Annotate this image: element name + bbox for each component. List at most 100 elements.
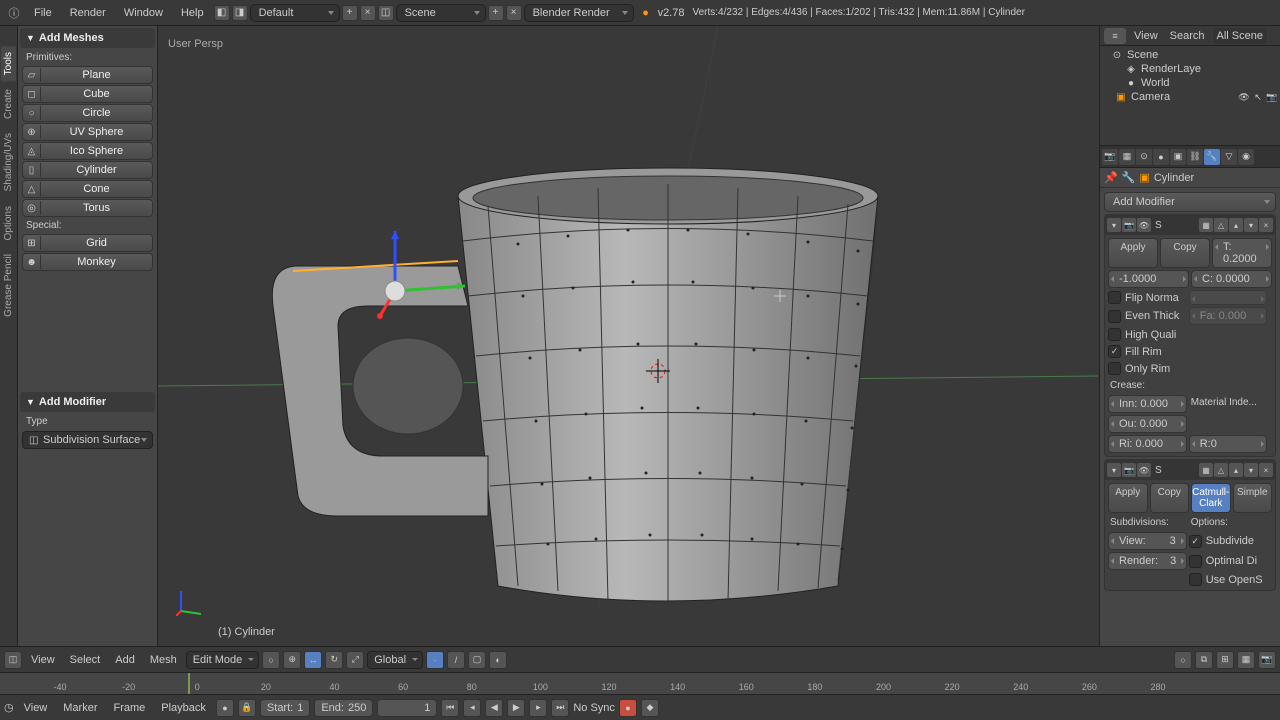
menu-render[interactable]: Render [62, 4, 114, 22]
high-qual-check[interactable] [1108, 328, 1121, 341]
render-preview-icon[interactable]: 📷 [1258, 651, 1276, 669]
jump-start-icon[interactable]: ⏮ [441, 699, 459, 717]
manipulator-rotate-icon[interactable]: ↻ [325, 651, 343, 669]
scene-browse-icon[interactable]: ◫ [378, 5, 394, 21]
eye-icon[interactable]: 👁 [1238, 91, 1250, 103]
mesh-torus-button[interactable]: ◎Torus [22, 199, 153, 217]
limit-selection-icon[interactable]: ◐ [489, 651, 507, 669]
mesh-uvsphere-button[interactable]: ⊕UV Sphere [22, 123, 153, 141]
mod-expand-icon[interactable]: ▾ [1107, 218, 1121, 232]
menu-help[interactable]: Help [173, 4, 212, 22]
mesh-cone-button[interactable]: △Cone [22, 180, 153, 198]
mesh-grid-button[interactable]: ⊞Grid [22, 234, 153, 252]
add-modifier-button[interactable]: Add Modifier [1104, 192, 1276, 212]
play-icon[interactable]: ▶ [507, 699, 525, 717]
ptab-data[interactable]: ▽ [1221, 149, 1237, 165]
mod2-cage-icon[interactable]: △ [1214, 463, 1228, 477]
mod2-expand-icon[interactable]: ▾ [1107, 463, 1121, 477]
outliner-allscenes[interactable]: All Scene [1213, 28, 1267, 44]
snap-icon[interactable]: ⧉ [1195, 651, 1213, 669]
outliner-scene[interactable]: Scene [1127, 49, 1158, 61]
pivot-select[interactable]: ⊕ [283, 651, 301, 669]
menu-window[interactable]: Window [116, 4, 171, 22]
mesh-cube-button[interactable]: ◻Cube [22, 85, 153, 103]
outliner-view[interactable]: View [1130, 30, 1162, 42]
pin-icon[interactable]: 📌 [1104, 171, 1118, 184]
scene-del-icon[interactable]: × [506, 5, 522, 21]
opensubdiv-check[interactable] [1189, 573, 1202, 586]
scene-add-icon[interactable]: + [488, 5, 504, 21]
mesh-plane-button[interactable]: ▱Plane [22, 66, 153, 84]
mod-render-icon[interactable]: 📷 [1122, 218, 1136, 232]
mod-realtime-icon[interactable]: 👁 [1137, 218, 1151, 232]
mesh-icosphere-button[interactable]: ◬Ico Sphere [22, 142, 153, 160]
ptab-scene[interactable]: ⊙ [1136, 149, 1152, 165]
mod2-delete-icon[interactable]: × [1259, 463, 1273, 477]
tab-tools[interactable]: Tools [1, 46, 16, 81]
blender-icon[interactable]: ⓘ [4, 3, 24, 23]
vmenu-view[interactable]: View [25, 651, 61, 669]
tmenu-marker[interactable]: Marker [57, 699, 103, 717]
copy2-button[interactable]: Copy [1150, 483, 1190, 513]
factor-field[interactable]: Fa: 0.000 [1189, 307, 1268, 325]
copy-button[interactable]: Copy [1160, 238, 1210, 268]
rim-mat-field[interactable]: R:0 [1189, 435, 1268, 453]
face-select-icon[interactable]: ▢ [468, 651, 486, 669]
cursor-icon[interactable]: ↖ [1252, 91, 1264, 103]
outliner-renderlayers[interactable]: RenderLaye [1141, 63, 1201, 75]
ptab-modifiers[interactable]: 🔧 [1204, 149, 1220, 165]
add-modifier-header[interactable]: ▼Add Modifier [20, 392, 155, 412]
only-rim-check[interactable] [1108, 362, 1121, 375]
sync-mode-select[interactable]: No Sync [573, 702, 615, 714]
offset-field[interactable]: -1.0000 [1108, 270, 1189, 288]
vmenu-select[interactable]: Select [64, 651, 107, 669]
layout-add-icon[interactable]: + [342, 5, 358, 21]
manipulator-scale-icon[interactable]: ⤢ [346, 651, 364, 669]
fill-rim-check[interactable] [1108, 345, 1121, 358]
layout-next-icon[interactable]: ◨ [232, 5, 248, 21]
proportional-edit-icon[interactable]: ○ [1174, 651, 1192, 669]
outliner[interactable]: ⊙Scene ◈RenderLaye ●World ▣Camera👁↖📷 [1100, 46, 1280, 146]
layout-prev-icon[interactable]: ◧ [214, 5, 230, 21]
add-meshes-header[interactable]: ▼Add Meshes [20, 28, 155, 48]
thickness-field[interactable]: T: 0.2000 [1212, 238, 1272, 268]
tmenu-frame[interactable]: Frame [108, 699, 152, 717]
blender-logo-icon[interactable]: ● [636, 3, 656, 23]
mesh-monkey-button[interactable]: ☻Monkey [22, 253, 153, 271]
vertex-select-icon[interactable]: · [426, 651, 444, 669]
render-subdiv-field[interactable]: Render:3 [1108, 552, 1187, 570]
tab-grease[interactable]: Grease Pencil [1, 248, 16, 323]
mode-select[interactable]: Edit Mode [186, 651, 260, 669]
flip-normals-check[interactable] [1108, 291, 1121, 304]
tab-options[interactable]: Options [1, 200, 16, 246]
snap-element-icon[interactable]: ⊞ [1216, 651, 1234, 669]
timeline-cursor[interactable] [188, 673, 190, 694]
simple-button[interactable]: Simple [1233, 483, 1273, 513]
lock-range-icon[interactable]: 🔒 [238, 699, 256, 717]
scene-dropdown[interactable]: Scene [396, 4, 486, 22]
keying-set-icon[interactable]: ◆ [641, 699, 659, 717]
shading-select[interactable]: ○ [262, 651, 280, 669]
auto-keyframe-icon[interactable]: ● [216, 699, 234, 717]
view-subdiv-field[interactable]: View:3 [1108, 532, 1187, 550]
ptab-render[interactable]: 📷 [1102, 149, 1118, 165]
even-thick-check[interactable] [1108, 310, 1121, 323]
outliner-camera[interactable]: Camera [1131, 91, 1170, 103]
menu-file[interactable]: File [26, 4, 60, 22]
tab-create[interactable]: Create [1, 83, 16, 125]
inner-crease-field[interactable]: Inn: 0.000 [1108, 395, 1187, 413]
catmull-clark-button[interactable]: Catmull-Clark [1191, 483, 1231, 513]
apply2-button[interactable]: Apply [1108, 483, 1148, 513]
play-reverse-icon[interactable]: ◀ [485, 699, 503, 717]
ptab-constraints[interactable]: ⛓ [1187, 149, 1203, 165]
tmenu-view[interactable]: View [18, 699, 54, 717]
keyframe-next-icon[interactable]: ▸ [529, 699, 547, 717]
render-icon[interactable]: 📷 [1266, 91, 1278, 103]
ptab-world[interactable]: ● [1153, 149, 1169, 165]
mod2-down-icon[interactable]: ▾ [1244, 463, 1258, 477]
breadcrumb-object[interactable]: Cylinder [1154, 172, 1194, 184]
mod-delete-icon[interactable]: × [1259, 218, 1273, 232]
orientation-select[interactable]: Global [367, 651, 423, 669]
mod-cage-icon[interactable]: △ [1214, 218, 1228, 232]
layout-dropdown[interactable]: Default [250, 4, 340, 22]
